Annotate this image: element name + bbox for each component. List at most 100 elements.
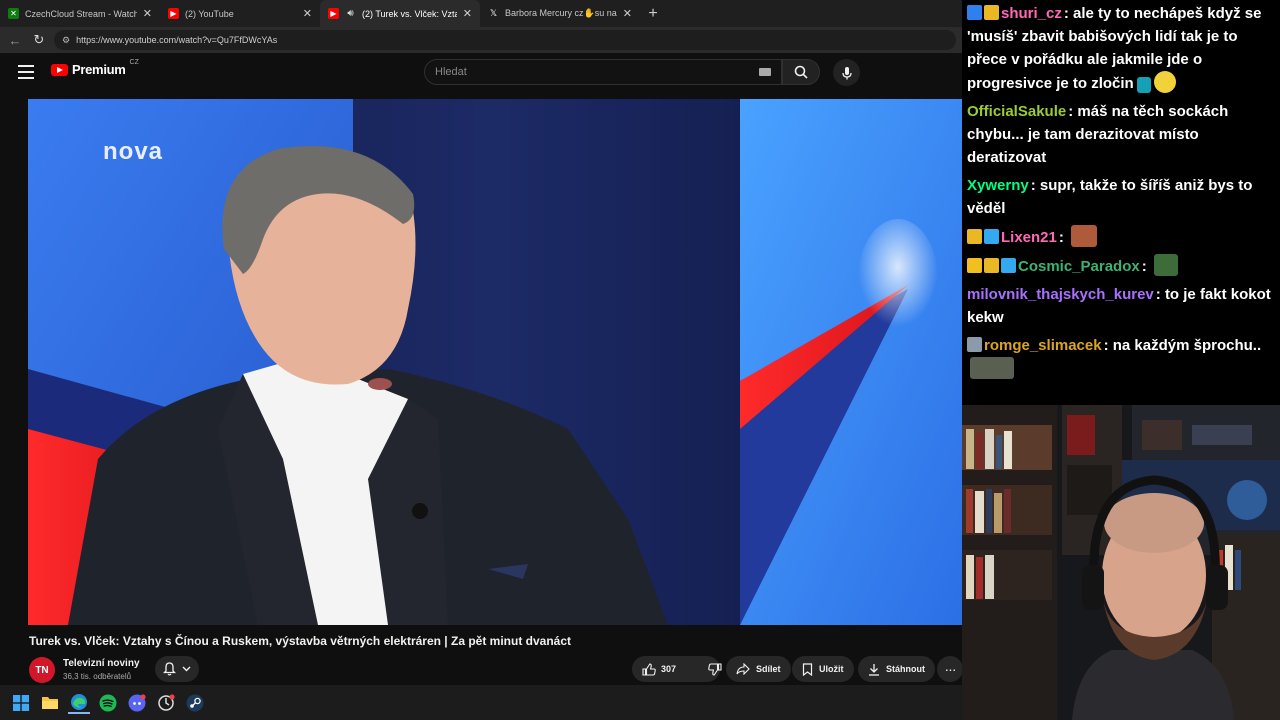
share-button[interactable]: Sdílet <box>726 656 791 682</box>
windows-start-icon[interactable] <box>10 692 32 714</box>
like-dislike-group: 307 <box>632 656 722 682</box>
voice-search-button[interactable] <box>833 59 860 86</box>
share-icon <box>736 663 750 675</box>
chat-username[interactable]: Cosmic_Paradox <box>1018 258 1140 275</box>
chat-message: shuri_cz: ale ty to nechápeš když se 'mu… <box>967 5 1262 93</box>
browser-tab-strip: ✕ CzechCloud Stream - Watch Live o ✕ ▶ (… <box>0 0 962 27</box>
chevron-down-icon <box>182 666 191 672</box>
channel-row: TN Televizní noviny 36,3 tis. odběratelů… <box>29 655 963 685</box>
save-button[interactable]: Uložit <box>792 656 854 682</box>
close-tab-icon[interactable]: ✕ <box>303 7 312 20</box>
chat-message: OfficialSakule: máš na těch sockách chyb… <box>967 103 1229 166</box>
browser-tab-czechcloud[interactable]: ✕ CzechCloud Stream - Watch Live o ✕ <box>0 0 160 27</box>
youtube-icon: ▶ <box>168 8 179 19</box>
nova-logo: nova <box>103 138 163 165</box>
subscriber-badge-icon <box>984 258 999 273</box>
chat-emote-icon <box>1136 77 1151 93</box>
tab-title: Barbora Mercury cz✋su na platfo <box>505 8 617 18</box>
steam-icon[interactable] <box>184 692 206 714</box>
search-input[interactable] <box>435 66 759 78</box>
x-icon: 𝕏 <box>489 8 498 18</box>
edge-browser-icon[interactable] <box>68 692 90 714</box>
discord-icon[interactable] <box>126 692 148 714</box>
close-tab-icon[interactable]: ✕ <box>623 7 632 20</box>
youtube-play-icon <box>51 63 68 76</box>
browser-tab-x[interactable]: 𝕏 Barbora Mercury cz✋su na platfo ✕ <box>480 0 640 27</box>
like-button[interactable]: 307 <box>632 656 686 682</box>
webcam-frame <box>962 405 1280 720</box>
tab-title: (2) YouTube <box>185 8 234 19</box>
file-explorer-icon[interactable] <box>39 692 61 714</box>
logo-text: Premium <box>72 62 126 77</box>
tab-title: (2) Turek vs. Vlček: Vztahy s Č <box>362 8 457 19</box>
chat-message: Cosmic_Paradox: <box>967 254 1276 278</box>
back-icon[interactable]: ← <box>6 31 24 49</box>
more-actions-button[interactable]: ··· <box>937 656 963 682</box>
youtube-page: Premium CZ Hledat nova Turek vs. Vlček: … <box>0 53 963 685</box>
speaker-icon[interactable]: 🔊︎ <box>345 8 356 19</box>
menu-icon[interactable] <box>18 65 34 79</box>
search-icon <box>794 65 808 79</box>
address-bar[interactable]: ⚙ https://www.youtube.com/watch?v=Qu7FfD… <box>54 30 956 50</box>
search-box <box>424 59 782 85</box>
prediction-badge-icon <box>967 5 982 20</box>
crown-badge-icon <box>967 258 982 273</box>
more-icon: ··· <box>944 661 957 677</box>
chat-username[interactable]: Lixen21 <box>1001 229 1057 246</box>
video-frame: nova <box>28 99 962 625</box>
chat-emote-icon <box>1071 225 1098 247</box>
share-label: Sdílet <box>756 664 781 674</box>
chat-message: milovnik_thajskych_kurev: to je fakt kok… <box>967 286 1271 326</box>
bookmark-icon <box>802 662 813 676</box>
tab-title: CzechCloud Stream - Watch Live o <box>25 8 137 19</box>
subscriber-count: 36,3 tis. odběratelů <box>63 672 132 681</box>
channel-name[interactable]: Televizní noviny <box>63 658 140 669</box>
reload-icon[interactable]: ↻ <box>30 31 48 49</box>
cube-badge-icon <box>984 229 999 244</box>
video-player[interactable]: nova <box>28 99 962 625</box>
chat-username[interactable]: shuri_cz <box>1001 5 1062 22</box>
youtube-premium-logo[interactable]: Premium CZ <box>51 59 139 77</box>
chat-username[interactable]: romge_slimacek <box>984 337 1102 354</box>
download-button[interactable]: Stáhnout <box>858 656 935 682</box>
chat-message: Lixen21: <box>967 225 1276 249</box>
subscriber-badge-icon <box>984 5 999 20</box>
chat-emote-icon <box>1153 254 1178 276</box>
new-tab-button[interactable]: + <box>640 0 666 27</box>
keyboard-icon[interactable] <box>759 68 771 76</box>
search-button[interactable] <box>782 59 820 85</box>
chat-emote-icon <box>1153 71 1176 93</box>
twitch-chat: shuri_cz: ale ty to nechápeš když se 'mu… <box>962 0 1280 405</box>
chat-message: Xywerny: supr, takže to šíříš aniž bys t… <box>967 177 1253 217</box>
youtube-header: Premium CZ <box>0 53 962 91</box>
app-icon[interactable] <box>155 692 177 714</box>
browser-tab-youtube[interactable]: ▶ (2) YouTube ✕ <box>160 0 320 27</box>
streamer-webcam <box>962 405 1280 720</box>
chat-username[interactable]: OfficialSakule <box>967 103 1066 120</box>
spotify-icon[interactable] <box>97 692 119 714</box>
url-text: https://www.youtube.com/watch?v=Qu7FfDWc… <box>76 35 278 45</box>
channel-avatar[interactable]: TN <box>29 657 55 683</box>
like-count: 307 <box>661 664 677 674</box>
thumbs-up-icon <box>642 662 656 676</box>
site-info-icon[interactable]: ⚙ <box>62 35 70 46</box>
browser-tab-video[interactable]: ▶ 🔊︎ (2) Turek vs. Vlček: Vztahy s Č ✕ <box>320 0 480 27</box>
download-icon <box>869 663 879 676</box>
chat-username[interactable]: milovnik_thajskych_kurev <box>967 286 1154 303</box>
chat-text: na každým šprochu.. <box>1112 337 1262 354</box>
chat-username[interactable]: Xywerny <box>967 177 1029 194</box>
bell-icon <box>163 662 176 676</box>
video-title: Turek vs. Vlček: Vztahy s Čínou a Ruskem… <box>29 634 572 648</box>
thumbs-down-icon <box>708 662 722 676</box>
save-label: Uložit <box>819 664 844 674</box>
notification-bell-button[interactable] <box>155 656 199 682</box>
download-label: Stáhnout <box>886 664 925 674</box>
subscriber-badge-icon <box>967 229 982 244</box>
xbox-icon: ✕ <box>8 8 19 19</box>
subscriber-badge-icon <box>967 337 982 352</box>
logo-region: CZ <box>129 59 139 66</box>
windows-taskbar <box>0 685 962 720</box>
close-tab-icon[interactable]: ✕ <box>143 7 152 20</box>
close-tab-icon[interactable]: ✕ <box>463 7 472 20</box>
cube-badge-icon <box>1001 258 1016 273</box>
